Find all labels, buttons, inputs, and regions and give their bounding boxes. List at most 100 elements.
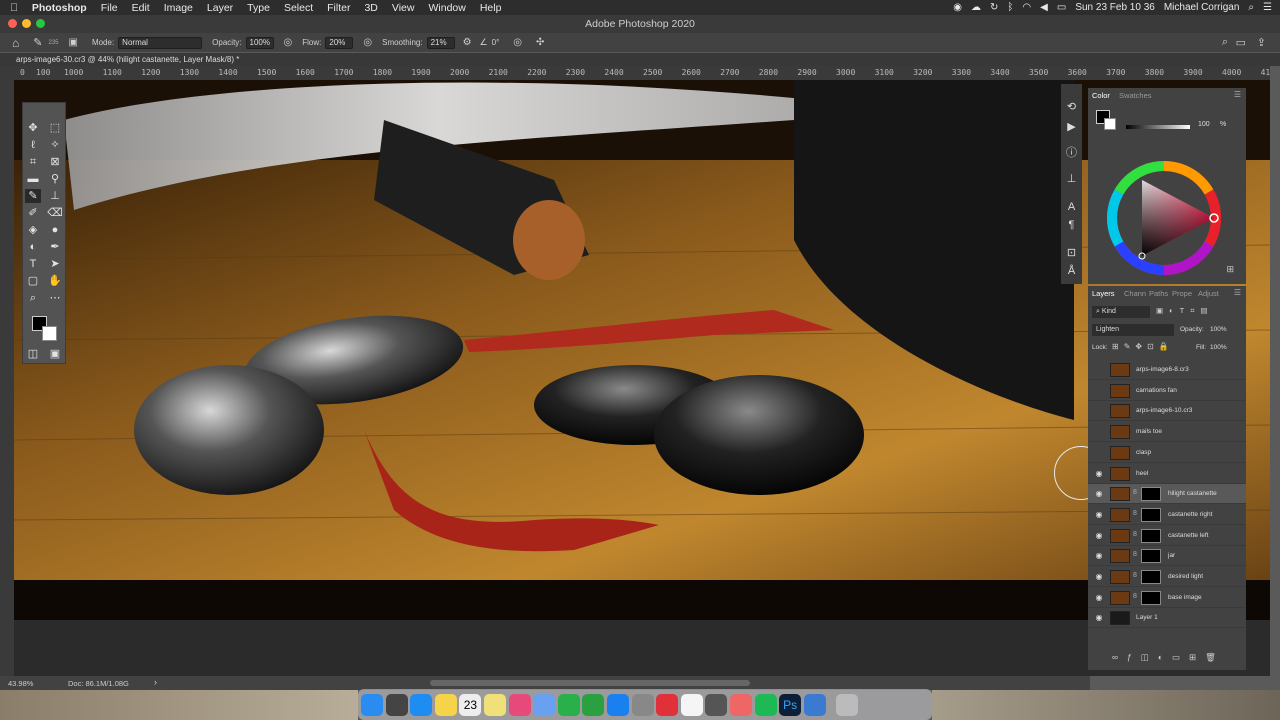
notification-center-icon[interactable]: ☰ — [1263, 2, 1272, 13]
panel-menu-icon[interactable]: ☰ — [1234, 90, 1241, 99]
character-icon[interactable]: A — [1064, 200, 1079, 215]
mask-link-icon[interactable]: 8 — [1133, 531, 1137, 538]
preview-icon[interactable] — [533, 693, 556, 716]
visibility-eye-icon[interactable]: ◉ — [1094, 531, 1104, 541]
minimize-window-button[interactable] — [22, 19, 31, 28]
smoothing-input[interactable]: 21% — [426, 36, 455, 49]
chrome-icon[interactable] — [680, 693, 703, 716]
layer-thumbnail[interactable] — [1110, 528, 1130, 543]
brush-size[interactable]: 235 — [48, 40, 58, 46]
opacity-input[interactable]: 100% — [245, 36, 274, 49]
volume-icon[interactable]: ◀ — [1040, 2, 1048, 13]
glyphs-icon[interactable]: Å — [1064, 264, 1079, 279]
paragraph-icon[interactable]: ¶ — [1064, 218, 1079, 233]
visibility-eye-icon[interactable] — [1094, 448, 1104, 458]
layer-row[interactable]: ◉ Layer 1 — [1088, 608, 1246, 629]
layer-thumbnail[interactable] — [1110, 445, 1130, 460]
layer-mask-thumbnail[interactable] — [1141, 507, 1161, 522]
airbrush-icon[interactable]: ◎ — [363, 37, 372, 48]
menu-type[interactable]: Type — [247, 2, 270, 14]
eraser-icon[interactable]: ⌫ — [47, 206, 63, 220]
visibility-eye-icon[interactable]: ◉ — [1094, 551, 1104, 561]
blur-tool-icon[interactable]: ● — [47, 223, 63, 237]
marquee-tool-icon[interactable]: ⬚ — [47, 121, 63, 135]
capture-icon[interactable] — [729, 693, 752, 716]
mask-link-icon[interactable]: 8 — [1133, 489, 1137, 496]
record-icon[interactable]: ◉ — [953, 2, 962, 13]
layer-row[interactable]: ◉ 8 castanette right — [1088, 505, 1246, 525]
layer-mask-thumbnail[interactable] — [1141, 549, 1161, 564]
visibility-eye-icon[interactable] — [1094, 365, 1104, 375]
bg-swatch[interactable] — [1104, 118, 1116, 130]
mask-link-icon[interactable]: 8 — [1133, 572, 1137, 579]
brush-tool-icon[interactable]: ✎ — [33, 36, 42, 49]
app-store-icon[interactable] — [606, 693, 629, 716]
angle-input[interactable]: 0° — [492, 38, 500, 47]
screen-mode-icon[interactable]: ▣ — [47, 347, 63, 361]
layer-thumbnail[interactable] — [1110, 466, 1130, 481]
lock-icons[interactable]: ⊞✎✥⊡🔒 — [1112, 342, 1174, 351]
blend-mode-select[interactable]: Lighten — [1092, 324, 1174, 336]
slider-value[interactable]: 100 — [1198, 121, 1210, 128]
refresh-icon[interactable]: ↻ — [990, 2, 998, 13]
search-icon[interactable]: ⌕ — [1222, 36, 1228, 49]
itunes-icon[interactable] — [508, 693, 531, 716]
layer-row[interactable]: mails toe — [1088, 422, 1246, 443]
path-select-icon[interactable]: ➤ — [47, 257, 63, 271]
layer-thumbnail[interactable] — [1110, 611, 1130, 626]
apple-icon[interactable]:  — [10, 2, 18, 14]
lasso-tool-icon[interactable]: ℓ — [25, 138, 41, 152]
crop-tool-icon[interactable]: ⌗ — [25, 155, 41, 169]
layer-mask-thumbnail[interactable] — [1141, 570, 1161, 584]
clock-datetime[interactable]: Sun 23 Feb 10 36 — [1075, 2, 1155, 13]
stamp-tool-icon[interactable]: ⊥ — [47, 189, 63, 203]
menu-file[interactable]: File — [101, 2, 118, 14]
status-arrow-icon[interactable]: › — [154, 677, 157, 687]
visibility-eye-icon[interactable]: ◉ — [1094, 489, 1104, 499]
menu-view[interactable]: View — [392, 2, 415, 14]
layer-row[interactable]: arps-image6-10.cr3 — [1088, 401, 1246, 422]
layer-row[interactable]: ◉ heel — [1088, 464, 1246, 484]
battery-icon[interactable]: ▭ — [1057, 2, 1066, 13]
gear-icon[interactable]: ⚙ — [463, 37, 472, 48]
symmetry-icon[interactable]: ✣ — [536, 37, 544, 48]
zoom-tool-icon[interactable]: ⌕ — [25, 291, 41, 305]
layer-mask-thumbnail[interactable] — [1141, 528, 1161, 543]
brush-tool-icon[interactable]: ✎ — [25, 189, 41, 203]
layer-row[interactable]: ◉ 8 castanette left — [1088, 526, 1246, 546]
other-icon[interactable] — [803, 693, 826, 716]
tab-paths[interactable]: Paths — [1149, 289, 1168, 298]
layer-row[interactable]: ◉ 8 jar — [1088, 546, 1246, 567]
history-icon[interactable]: ⟲ — [1064, 100, 1079, 115]
close-window-button[interactable] — [8, 19, 17, 28]
more-tools-icon[interactable]: ⋯ — [47, 291, 63, 305]
messages-icon[interactable] — [557, 693, 580, 716]
visibility-eye-icon[interactable]: ◉ — [1094, 572, 1104, 582]
type-tool-icon[interactable]: T — [25, 257, 41, 271]
layer-thumbnail[interactable] — [1110, 383, 1130, 398]
hand-tool-icon[interactable]: ✋ — [47, 274, 63, 288]
layer-row[interactable]: ◉ 8 hilight castanette — [1088, 484, 1246, 505]
spotlight-icon[interactable]: ⌕ — [1248, 2, 1254, 13]
fill-input[interactable]: 100% — [1210, 344, 1227, 351]
flow-input[interactable]: 20% — [325, 36, 354, 49]
layer-thumbnail[interactable] — [1110, 549, 1130, 564]
visibility-eye-icon[interactable]: ◉ — [1094, 510, 1104, 520]
launchpad-icon[interactable] — [385, 693, 408, 716]
actions-play-icon[interactable]: ▶ — [1064, 120, 1079, 135]
power-icon[interactable] — [705, 693, 728, 716]
menu-help[interactable]: Help — [480, 2, 502, 14]
brush-settings-icon[interactable]: ▣ — [68, 37, 77, 48]
layer-thumbnail[interactable] — [1110, 363, 1130, 377]
info-icon[interactable]: ⓘ — [1064, 146, 1079, 161]
layer-row[interactable]: clasp — [1088, 443, 1246, 463]
filter-type-icons[interactable]: ▣◐T⌗▤ — [1156, 306, 1214, 316]
shape-tool-icon[interactable]: ▢ — [25, 274, 41, 288]
safari-icon[interactable] — [410, 693, 433, 716]
share-icon[interactable]: ⇪ — [1257, 36, 1266, 49]
menu-select[interactable]: Select — [284, 2, 313, 14]
visibility-eye-icon[interactable]: ◉ — [1094, 469, 1104, 479]
visibility-eye-icon[interactable]: ◉ — [1094, 613, 1104, 623]
menu-window[interactable]: Window — [428, 2, 465, 14]
color-wheel[interactable] — [1104, 158, 1224, 278]
